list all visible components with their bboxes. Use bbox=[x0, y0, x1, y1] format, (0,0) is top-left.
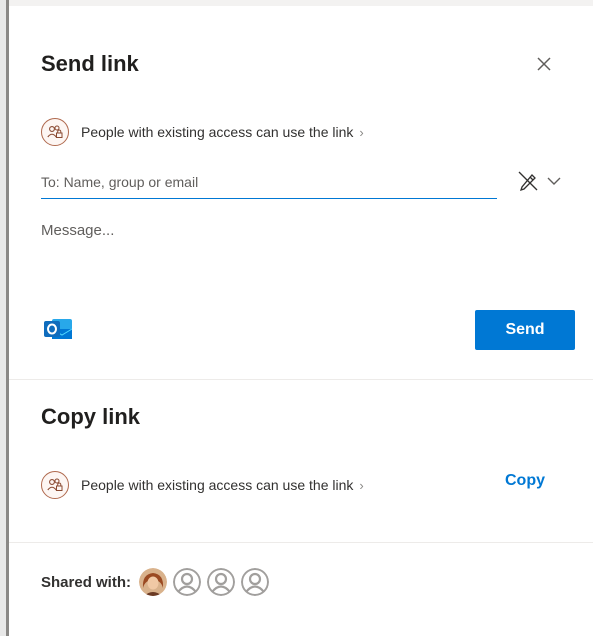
copy-link-title: Copy link bbox=[41, 404, 141, 429]
send-link-title: Send link bbox=[41, 51, 139, 76]
message-field[interactable] bbox=[41, 222, 561, 282]
to-recipients-input[interactable] bbox=[41, 166, 497, 199]
close-icon bbox=[537, 57, 551, 71]
person-placeholder-icon[interactable] bbox=[241, 568, 270, 596]
person-placeholder-icon[interactable] bbox=[173, 568, 202, 596]
permission-text: People with existing access can use the … bbox=[81, 124, 354, 140]
shared-with-label: Shared with: bbox=[41, 573, 132, 591]
send-permission-setting[interactable]: People with existing access can use the … bbox=[41, 118, 364, 146]
copy-button[interactable]: Copy bbox=[505, 472, 545, 490]
person-placeholder-icon[interactable] bbox=[207, 568, 236, 596]
shared-with-row: Shared with: bbox=[41, 568, 275, 596]
background-left-edge bbox=[0, 0, 9, 636]
user-photo-avatar[interactable] bbox=[139, 568, 168, 596]
copy-permission-setting[interactable]: People with existing access can use the … bbox=[41, 471, 364, 499]
people-lock-icon bbox=[41, 118, 69, 146]
chevron-down-icon bbox=[547, 177, 561, 185]
chevron-right-icon: › bbox=[359, 477, 364, 493]
send-button[interactable]: Send bbox=[475, 310, 575, 350]
pencil-strike-icon bbox=[518, 171, 538, 192]
outlook-icon bbox=[44, 319, 73, 339]
permission-text: People with existing access can use the … bbox=[81, 477, 354, 493]
close-button[interactable] bbox=[531, 51, 557, 77]
section-divider bbox=[9, 542, 593, 543]
section-divider bbox=[9, 379, 593, 380]
chevron-right-icon: › bbox=[359, 124, 364, 140]
share-dialog: Send link People with existing access ca… bbox=[9, 6, 593, 636]
people-lock-icon bbox=[41, 471, 69, 499]
link-permission-dropdown[interactable] bbox=[517, 166, 561, 196]
outlook-button[interactable] bbox=[41, 312, 75, 346]
